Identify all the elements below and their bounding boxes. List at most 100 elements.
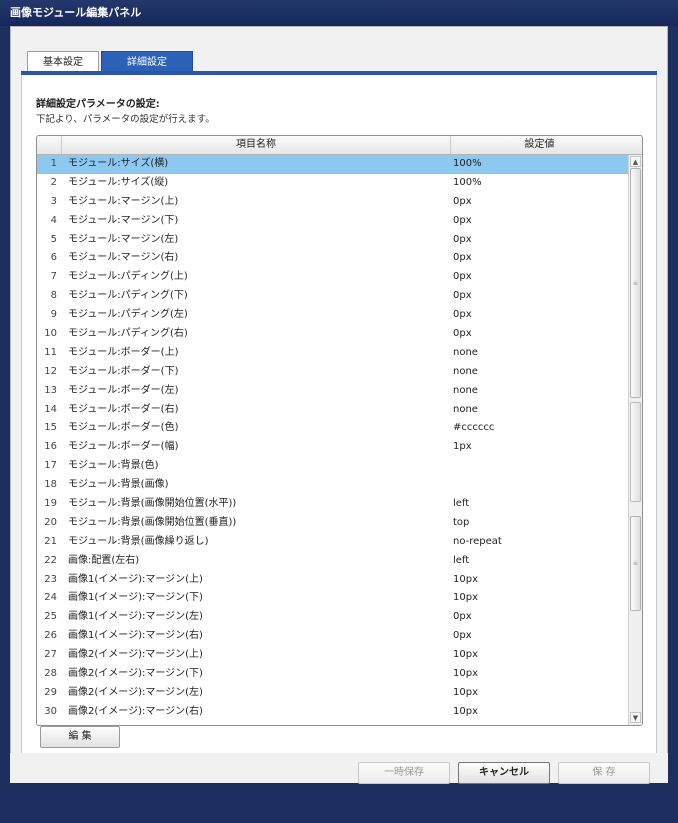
table-row[interactable]: 26 画像1(イメージ):マージン(右) 0px <box>37 627 629 646</box>
row-number: 6 <box>50 252 57 264</box>
scrollbar-thumb-secondary[interactable]: ≡ <box>630 516 641 611</box>
row-item-name: モジュール:マージン(下) <box>68 214 179 226</box>
row-number: 7 <box>50 271 57 283</box>
table-row[interactable]: 29 画像2(イメージ):マージン(左) 10px <box>37 684 629 703</box>
row-item-name: モジュール:サイズ(横) <box>68 158 169 169</box>
row-setting-value: 0px <box>453 233 472 245</box>
detail-settings-content: 詳細設定パラメータの設定: 下記より、パラメータの設定が行えます。 項目名称 設… <box>21 75 657 773</box>
scrollbar-thumb[interactable]: ≡ <box>630 168 641 398</box>
table-row[interactable]: 19 モジュール:背景(画像開始位置(水平)) left <box>37 495 629 514</box>
row-number: 11 <box>44 346 57 358</box>
row-number: 22 <box>44 554 57 566</box>
row-item-name: 画像2(イメージ):マージン(上) <box>68 649 203 661</box>
table-row[interactable]: 10 モジュール:パディング(右) 0px <box>37 325 629 344</box>
row-item-name: モジュール:背景(画像開始位置(水平)) <box>68 498 237 510</box>
row-number: 20 <box>44 516 57 528</box>
row-number: 21 <box>44 535 57 547</box>
row-number: 19 <box>44 498 57 510</box>
row-setting-value: left <box>453 554 470 566</box>
tab-basic-settings[interactable]: 基本設定 <box>27 51 99 73</box>
table-row[interactable]: 5 モジュール:マージン(左) 0px <box>37 231 629 250</box>
scroll-down-icon[interactable]: ▼ <box>630 712 641 723</box>
table-row[interactable]: 28 画像2(イメージ):マージン(下) 10px <box>37 665 629 684</box>
section-description: 下記より、パラメータの設定が行えます。 <box>36 114 215 125</box>
table-row[interactable]: 21 モジュール:背景(画像繰り返し) no-repeat <box>37 533 629 552</box>
tab-detail-settings[interactable]: 詳細設定 <box>101 51 193 73</box>
table-row[interactable]: 13 モジュール:ボーダー(左) none <box>37 382 629 401</box>
table-row[interactable]: 24 画像1(イメージ):マージン(下) 10px <box>37 589 629 608</box>
table-row[interactable]: 14 モジュール:ボーダー(右) none <box>37 401 629 420</box>
row-item-name: モジュール:パディング(上) <box>68 271 188 283</box>
table-row[interactable]: 22 画像:配置(左右) left <box>37 552 629 571</box>
scroll-up-icon[interactable]: ▲ <box>630 156 641 167</box>
row-item-name: モジュール:ボーダー(左) <box>68 384 179 396</box>
save-button[interactable]: 保 存 <box>558 762 650 784</box>
row-setting-value: 0px <box>453 195 472 207</box>
row-number: 1 <box>50 158 57 169</box>
edit-panel: 基本設定 詳細設定 詳細設定パラメータの設定: 下記より、パラメータの設定が行え… <box>10 26 668 783</box>
row-setting-value: 10px <box>453 649 478 661</box>
vertical-scrollbar[interactable]: ▲ ≡ ≡ ▼ <box>628 155 642 725</box>
row-item-name: 画像1(イメージ):マージン(右) <box>68 630 203 642</box>
table-row[interactable]: 1 モジュール:サイズ(横) 100% <box>37 155 629 174</box>
row-number: 14 <box>44 403 57 415</box>
row-item-name: モジュール:マージン(左) <box>68 233 179 245</box>
grid-header: 項目名称 設定値 <box>37 136 642 155</box>
table-row[interactable]: 9 モジュール:パディング(左) 0px <box>37 306 629 325</box>
cancel-button[interactable]: キャンセル <box>458 762 550 784</box>
row-item-name: モジュール:マージン(右) <box>68 252 179 264</box>
table-row[interactable]: 15 モジュール:ボーダー(色) #cccccc <box>37 419 629 438</box>
table-row[interactable]: 17 モジュール:背景(色) <box>37 457 629 476</box>
row-item-name: モジュール:ボーダー(幅) <box>68 441 179 453</box>
table-row[interactable]: 8 モジュール:パディング(下) 0px <box>37 287 629 306</box>
table-row[interactable]: 30 画像2(イメージ):マージン(右) 10px <box>37 703 629 722</box>
row-setting-value: 0px <box>453 630 472 642</box>
row-item-name: モジュール:背景(色) <box>68 460 159 472</box>
table-row[interactable]: 27 画像2(イメージ):マージン(上) 10px <box>37 646 629 665</box>
row-setting-value: 0px <box>453 611 472 623</box>
row-item-name: モジュール:ボーダー(上) <box>68 346 179 358</box>
section-heading: 詳細設定パラメータの設定: <box>36 99 160 110</box>
row-item-name: 画像1(イメージ):マージン(下) <box>68 592 203 604</box>
grip-icon: ≡ <box>633 280 639 287</box>
table-row[interactable]: 2 モジュール:サイズ(縦) 100% <box>37 174 629 193</box>
table-row[interactable]: 7 モジュール:パディング(上) 0px <box>37 268 629 287</box>
row-setting-value: none <box>453 365 478 377</box>
row-number: 28 <box>44 668 57 680</box>
row-setting-value: 0px <box>453 309 472 321</box>
row-setting-value: 10px <box>453 705 478 717</box>
table-row[interactable]: 4 モジュール:マージン(下) 0px <box>37 212 629 231</box>
row-item-name: モジュール:背景(画像繰り返し) <box>68 535 209 547</box>
window-frame: 画像モジュール編集パネル 基本設定 詳細設定 詳細設定パラメータの設定: 下記よ… <box>0 0 678 823</box>
row-setting-value: no-repeat <box>453 535 502 547</box>
table-row[interactable]: 12 モジュール:ボーダー(下) none <box>37 363 629 382</box>
temp-save-button[interactable]: 一時保存 <box>358 762 450 784</box>
table-row[interactable]: 16 モジュール:ボーダー(幅) 1px <box>37 438 629 457</box>
row-number: 10 <box>44 328 57 340</box>
row-item-name: モジュール:背景(画像開始位置(垂直)) <box>68 516 237 528</box>
grid-rows: 1 モジュール:サイズ(横) 100% 2 モジュール:サイズ(縦) 100% 3 モジュール… <box>37 155 629 722</box>
row-item-name: モジュール:サイズ(縦) <box>68 176 169 188</box>
window-title: 画像モジュール編集パネル <box>0 0 678 26</box>
table-row[interactable]: 25 画像1(イメージ):マージン(左) 0px <box>37 608 629 627</box>
table-row[interactable]: 23 画像1(イメージ):マージン(上) 10px <box>37 571 629 590</box>
row-item-name: モジュール:パディング(下) <box>68 290 188 302</box>
row-number: 18 <box>44 479 57 491</box>
row-item-name: モジュール:背景(画像) <box>68 479 169 491</box>
edit-button[interactable]: 編 集 <box>40 726 120 748</box>
table-row[interactable]: 18 モジュール:背景(画像) <box>37 476 629 495</box>
row-setting-value: 10px <box>453 573 478 585</box>
row-number: 15 <box>44 422 57 434</box>
row-item-name: 画像2(イメージ):マージン(左) <box>68 686 203 698</box>
row-item-name: モジュール:パディング(左) <box>68 309 188 321</box>
row-setting-value: 0px <box>453 290 472 302</box>
table-row[interactable]: 20 モジュール:背景(画像開始位置(垂直)) top <box>37 514 629 533</box>
table-row[interactable]: 11 モジュール:ボーダー(上) none <box>37 344 629 363</box>
row-item-name: 画像1(イメージ):マージン(上) <box>68 573 203 585</box>
table-row[interactable]: 6 モジュール:マージン(右) 0px <box>37 249 629 268</box>
scrollbar-track-segment[interactable] <box>630 402 641 502</box>
table-row[interactable]: 3 モジュール:マージン(上) 0px <box>37 193 629 212</box>
row-setting-value: none <box>453 403 478 415</box>
row-setting-value: #cccccc <box>453 422 495 434</box>
grip-icon: ≡ <box>633 560 639 567</box>
